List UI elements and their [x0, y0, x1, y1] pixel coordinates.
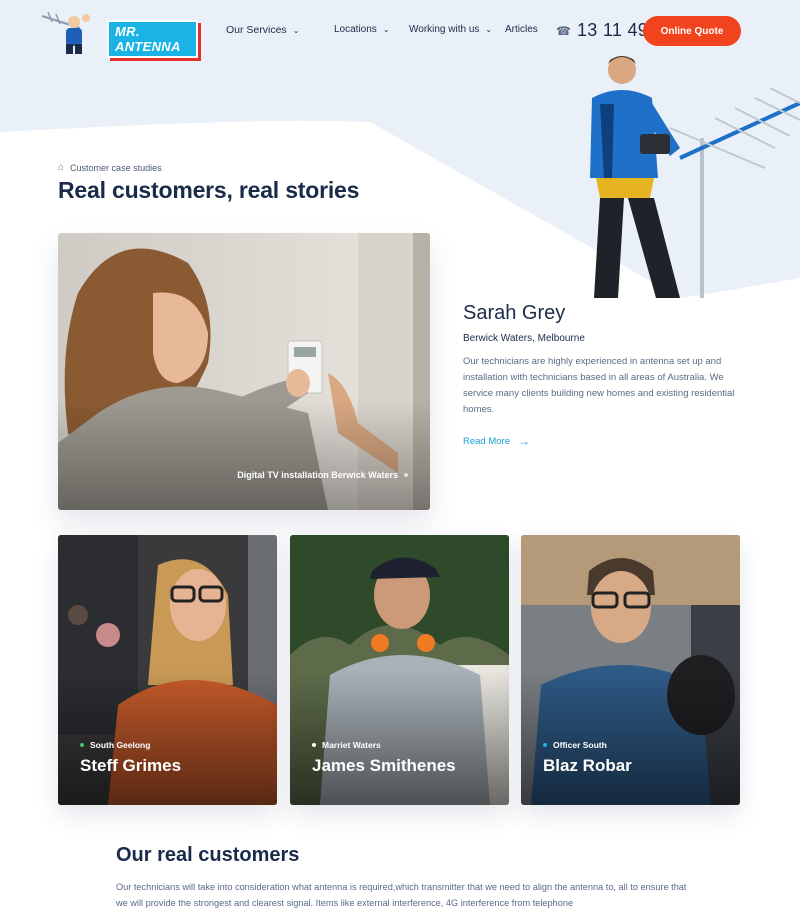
card-location-text: Marriet Waters [322, 740, 381, 750]
nav-working-with-us[interactable]: Working with us ⌄ [409, 24, 492, 35]
nav-label: Locations [334, 24, 377, 35]
card-customer-name: James Smithenes [312, 756, 456, 775]
online-quote-button[interactable]: Online Quote [643, 16, 741, 46]
breadcrumb-label: Customer case studies [70, 162, 162, 173]
status-dot [543, 743, 547, 747]
home-icon: ⌂ [58, 162, 65, 173]
chevron-down-icon: ⌄ [485, 25, 493, 34]
logo[interactable]: MR. ANTENNA [38, 8, 198, 58]
customer-card-steff-grimes[interactable]: South Geelong Steff Grimes [58, 535, 277, 805]
caption-text: Digital TV installation Berwick Waters [237, 470, 398, 480]
read-more-link[interactable]: Read More → [463, 434, 530, 448]
phone-number: 13 11 49 [576, 20, 649, 40]
nav-label: Working with us [409, 24, 480, 35]
featured-customer-location: Berwick Waters, Melbourne [463, 333, 585, 344]
nav-locations[interactable]: Locations ⌄ [334, 24, 390, 35]
status-dot [80, 743, 84, 747]
nav-label: Our Services [226, 24, 287, 36]
breadcrumb[interactable]: ⌂ Customer case studies [58, 162, 162, 173]
featured-photo [58, 233, 430, 510]
customer-card-james-smithenes[interactable]: Marriet Waters James Smithenes [290, 535, 509, 805]
card-location: South Geelong [80, 740, 150, 750]
card-location: Officer South [543, 740, 607, 750]
arrow-right-icon: → [518, 434, 530, 448]
featured-caption: Digital TV installation Berwick Waters [237, 470, 408, 480]
page-title: Real customers, real stories [58, 177, 360, 203]
caption-dot [404, 473, 408, 477]
logo-text: MR. ANTENNA [107, 20, 198, 58]
chevron-down-icon: ⌄ [292, 25, 300, 35]
status-dot [312, 743, 316, 747]
featured-story-image[interactable]: Digital TV installation Berwick Waters [58, 233, 430, 510]
card-customer-name: Steff Grimes [80, 756, 182, 775]
read-more-label: Read More [463, 435, 510, 447]
nav-articles[interactable]: Articles [505, 24, 538, 35]
nav-our-services[interactable]: Our Services ⌄ [226, 24, 299, 36]
technician-image [590, 56, 800, 298]
featured-description: Our technicians are highly experienced i… [463, 356, 735, 415]
card-location: Marriet Waters [312, 740, 381, 750]
card-customer-name: Blaz Robar [543, 756, 632, 775]
customer-card-blaz-robar[interactable]: Officer South Blaz Robar [521, 535, 740, 805]
phone-link[interactable]: ☎ 13 11 49 [556, 20, 648, 41]
chevron-down-icon: ⌄ [382, 25, 390, 34]
featured-customer-name: Sarah Grey [463, 302, 566, 324]
mascot-icon [41, 11, 90, 54]
card-location-text: Officer South [553, 740, 607, 750]
section-title: Our real customers [116, 844, 300, 866]
section-text: Our technicians will take into considera… [116, 882, 687, 908]
card-location-text: South Geelong [90, 740, 151, 750]
phone-icon: ☎ [556, 23, 571, 38]
nav-label: Articles [505, 24, 538, 35]
